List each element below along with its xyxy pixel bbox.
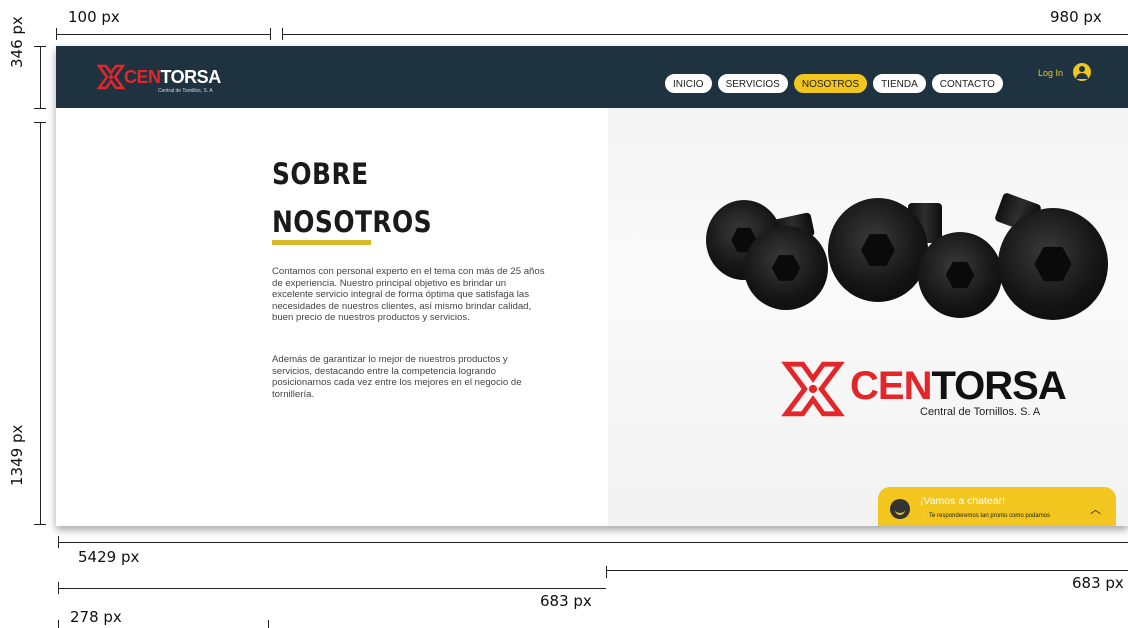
hero-image: CENTORSA Central de Tornillos. S. A — [608, 108, 1128, 526]
chat-avatar-icon — [890, 499, 910, 519]
site-header: CENTORSA Central de Tornillos, S. A INIC… — [56, 46, 1128, 108]
annotation-line — [56, 34, 270, 35]
lightning-icon: ⚡ — [920, 513, 930, 519]
annotation-left-half: 683 px — [540, 592, 592, 610]
logo-subtitle: Central de Tornillos, S. A — [158, 88, 213, 94]
annotation-tick — [270, 28, 271, 40]
annotation-line — [58, 588, 606, 589]
about-paragraph-2: Además de garantizar lo mejor de nuestro… — [272, 354, 522, 400]
website-mockup: CENTORSA Central de Tornillos, S. A INIC… — [56, 46, 1128, 526]
chat-title: ¡Vamos a chatear! — [920, 495, 1006, 507]
annotation-tick — [58, 582, 59, 594]
nav-item-tienda[interactable]: TIENDA — [873, 74, 926, 93]
annotation-tick — [34, 46, 46, 47]
bolt-head — [744, 226, 828, 310]
chevron-up-icon[interactable]: ︿ — [1090, 501, 1101, 517]
annotation-tick — [56, 28, 57, 40]
about-section: SOBRE NOSOTROS Contamos con personal exp… — [56, 108, 608, 526]
site-logo[interactable]: CENTORSA Central de Tornillos, S. A — [96, 62, 226, 94]
centorsa-x-icon — [96, 64, 126, 90]
login-link[interactable]: Log In — [1038, 66, 1063, 80]
hero-logo-subtitle: Central de Tornillos. S. A — [920, 406, 1041, 418]
about-paragraph-1: Contamos con personal experto en el tema… — [272, 266, 545, 324]
annotation-tick — [268, 620, 269, 628]
chat-subtitle: ⚡ Te responderemos tan pronto como podam… — [920, 513, 1051, 519]
chat-widget[interactable]: ¡Vamos a chatear! ⚡ Te responderemos tan… — [878, 487, 1116, 526]
annotation-top-right-width: 980 px — [1050, 8, 1102, 26]
title-line-1: SOBRE — [272, 157, 369, 191]
user-circle-icon[interactable] — [1073, 63, 1091, 81]
annotation-line — [40, 46, 41, 108]
main-nav: INICIO SERVICIOS NOSOTROS TIENDA CONTACT… — [665, 74, 1003, 93]
bolt-head — [998, 208, 1108, 320]
annotation-line — [40, 122, 41, 524]
logo-wordmark: CENTORSA — [124, 67, 221, 87]
annotation-frame-width: 5429 px — [78, 548, 140, 566]
annotation-line — [282, 34, 1128, 35]
bolt-head — [828, 198, 928, 302]
nav-item-inicio[interactable]: INICIO — [665, 74, 712, 93]
annotation-right-half: 683 px — [1072, 574, 1124, 592]
title-underline — [272, 240, 371, 245]
nav-item-nosotros[interactable]: NOSOTROS — [793, 74, 868, 93]
annotation-line — [58, 542, 1128, 543]
nav-item-servicios[interactable]: SERVICIOS — [717, 74, 788, 93]
annotation-header-height: 346 px — [8, 16, 26, 68]
hero-logo-wordmark: CENTORSA — [850, 364, 1067, 408]
page-title: SOBRE NOSOTROS — [272, 150, 432, 246]
annotation-text-offset: 278 px — [70, 608, 122, 626]
annotation-tick — [58, 620, 59, 628]
title-line-2: NOSOTROS — [272, 205, 433, 239]
bolt-head — [918, 232, 1002, 318]
annotation-tick — [34, 524, 46, 525]
annotation-tick — [58, 536, 59, 548]
annotation-tick — [606, 566, 607, 578]
nav-item-contacto[interactable]: CONTACTO — [931, 74, 1003, 93]
annotation-top-left-width: 100 px — [68, 8, 120, 26]
annotation-line — [606, 570, 1128, 571]
centorsa-x-icon — [781, 361, 845, 417]
annotation-tick — [34, 108, 46, 109]
annotation-content-height: 1349 px — [8, 424, 26, 486]
annotation-tick — [34, 122, 46, 123]
